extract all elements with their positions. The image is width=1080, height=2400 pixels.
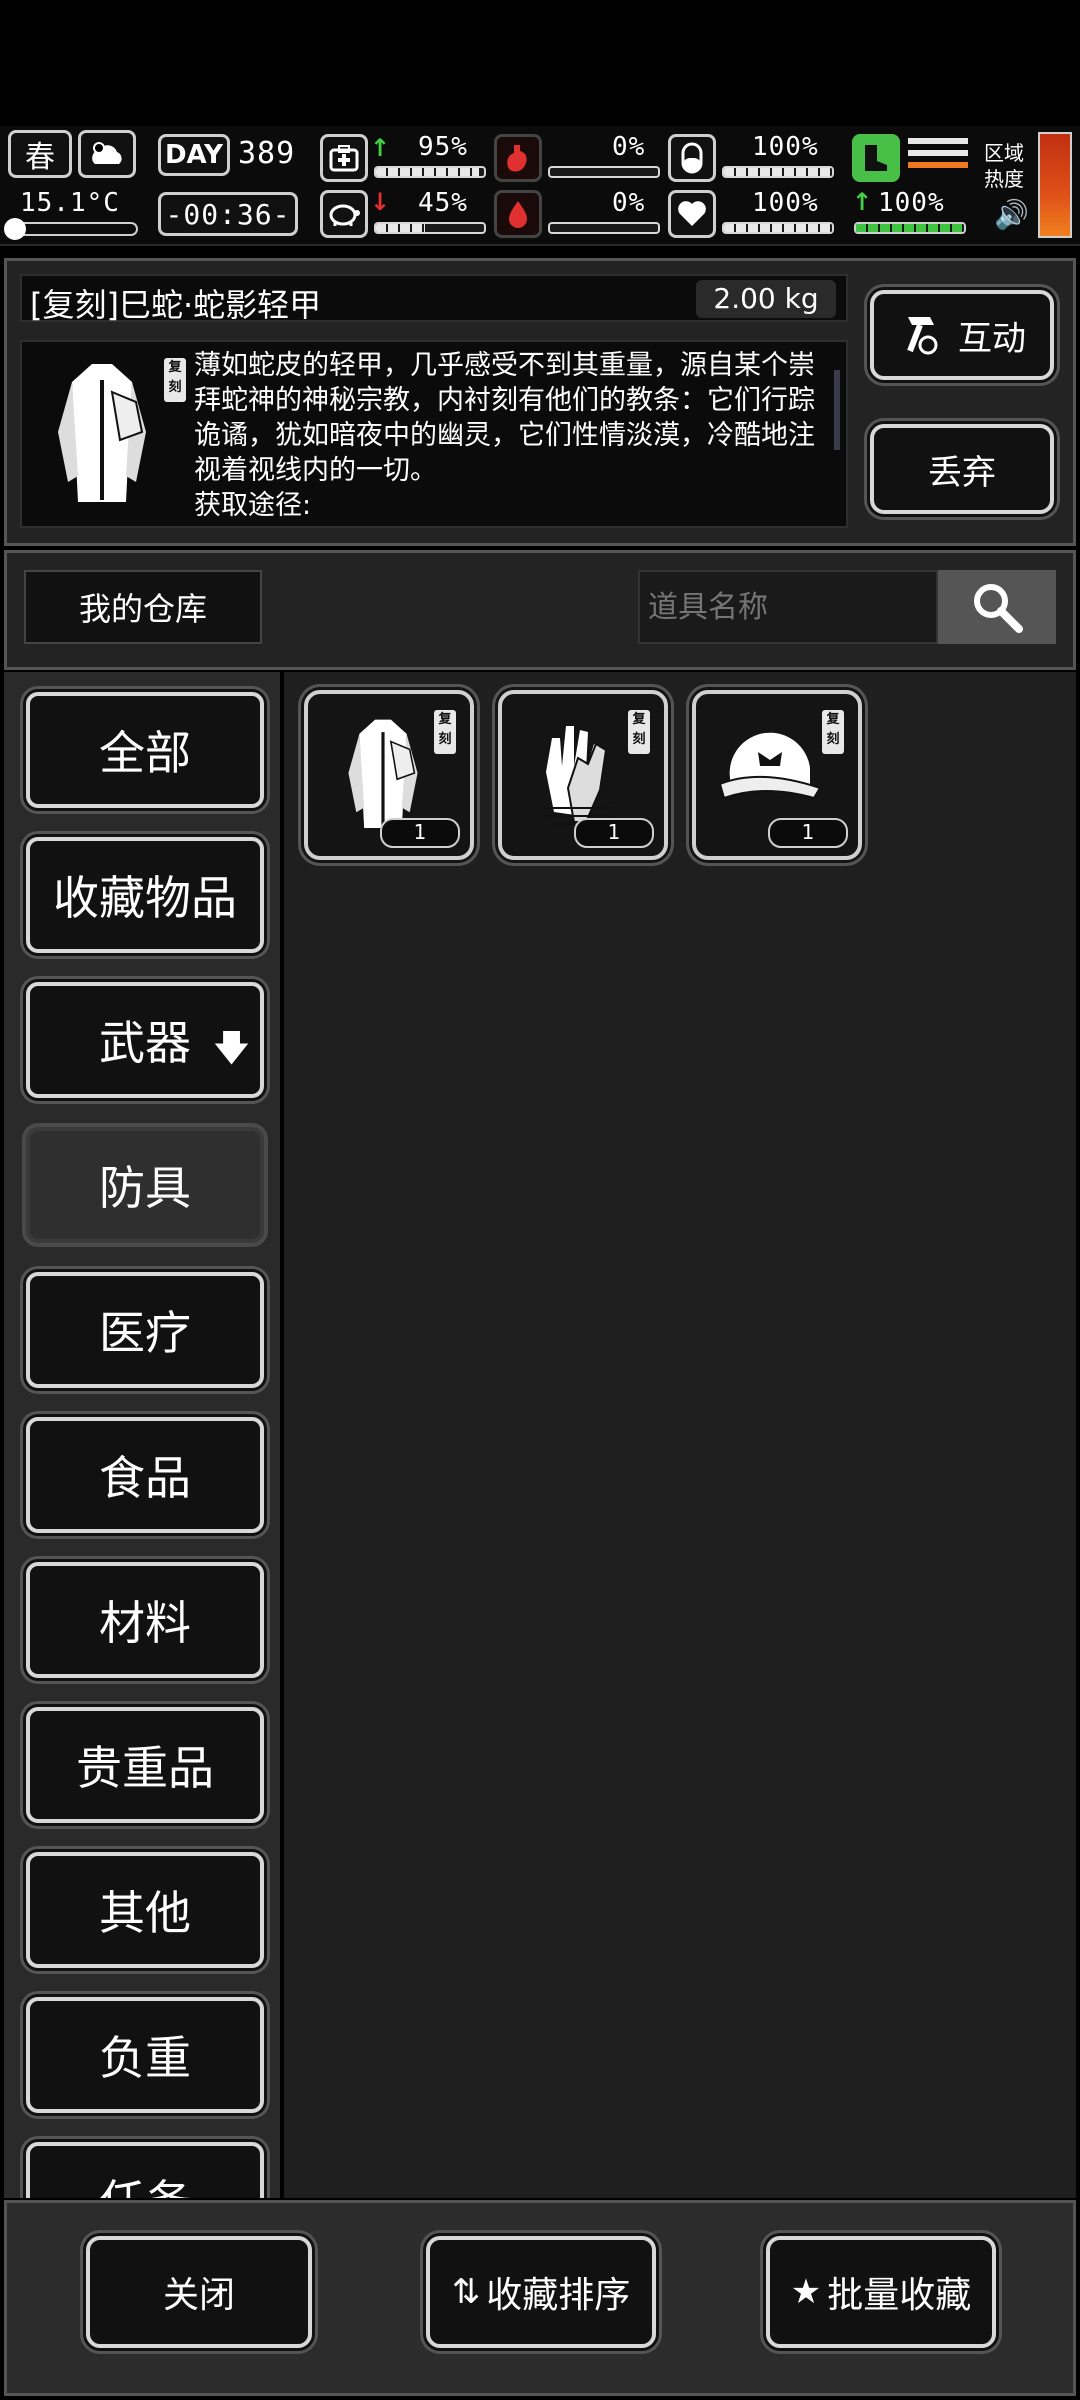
zone-heat-meter (1038, 132, 1072, 238)
boot-icon (852, 134, 900, 182)
category-medical[interactable]: 医疗 (26, 1272, 264, 1388)
mental-bar-fill (724, 168, 832, 176)
temperature-readout: 15.1°C (20, 188, 120, 218)
heart-bar (722, 222, 834, 234)
clock-display: -00:36- (158, 192, 298, 236)
medkit-icon (320, 134, 368, 182)
boot-bar-fill (856, 224, 964, 232)
category-food[interactable]: 食品 (26, 1417, 264, 1533)
day-label: DAY (158, 134, 230, 176)
search-input[interactable] (638, 570, 938, 644)
item-slot-armor[interactable]: 复刻 1 (304, 690, 474, 860)
storage-title: 我的仓库 (24, 570, 262, 644)
heart-value: 100% (752, 188, 819, 218)
category-armor[interactable]: 防具 (26, 1127, 264, 1243)
health-bar-fill (376, 168, 479, 176)
mental-bar (722, 166, 834, 178)
item-grid (284, 672, 1076, 2198)
sort-favorites-button[interactable]: ⇅ 收藏排序 (426, 2236, 656, 2348)
description-scrollbar[interactable] (834, 370, 840, 450)
health-value: 95% (418, 132, 468, 162)
item-quantity: 1 (768, 818, 848, 848)
item-quantity: 1 (574, 818, 654, 848)
item-name-bar: [复刻]巳蛇·蛇影轻甲 2.00 kg (20, 274, 848, 324)
item-slot-cap[interactable]: 复刻 1 (692, 690, 862, 860)
stamina-bar-fill (376, 224, 425, 232)
item-name: [复刻]巳蛇·蛇影轻甲 (30, 286, 322, 324)
status-hud: 春 15.1°C DAY 389 -00:36- ↑ 95% ↓ 45% 0% … (0, 126, 1080, 246)
replica-badge: 复刻 (822, 710, 844, 754)
batch-favorite-button[interactable]: ★ 批量收藏 (766, 2236, 996, 2348)
hammer-hand-icon (907, 317, 938, 355)
search-button[interactable] (938, 570, 1056, 644)
heart-icon (668, 190, 716, 238)
category-weapons[interactable]: 武器 🡇 (26, 982, 264, 1098)
temperature-bar (4, 218, 138, 240)
category-load[interactable]: 负重 (26, 1997, 264, 2113)
replica-badge: 复刻 (434, 710, 456, 754)
stamina-bar (374, 222, 486, 234)
category-all[interactable]: 全部 (26, 692, 264, 808)
armor-coat-icon (58, 364, 146, 502)
item-quantity: 1 (380, 818, 460, 848)
pill-icon (668, 134, 716, 182)
sound-icon[interactable]: 🔊 (994, 198, 1029, 231)
health-trend-up-icon: ↑ (370, 134, 391, 162)
stamina-trend-down-icon: ↓ (370, 188, 391, 216)
load-level-icon (908, 138, 968, 178)
expand-down-arrow-icon[interactable]: 🡇 (213, 1022, 250, 1083)
star-icon: ★ (790, 2272, 822, 2312)
replica-badge: 复刻 (164, 358, 186, 402)
sort-arrows-icon: ⇅ (451, 2272, 481, 2312)
item-slot-gloves[interactable]: 复刻 1 (498, 690, 668, 860)
item-source-label: 获取途径: (194, 490, 312, 521)
tortoise-icon (320, 190, 368, 238)
category-materials[interactable]: 材料 (26, 1562, 264, 1678)
category-valuables[interactable]: 贵重品 (26, 1707, 264, 1823)
item-description-text: 薄如蛇皮的轻甲，几乎感受不到其重量，源自某个崇拜蛇神的神秘宗教，内衬刻有他们的教… (194, 350, 815, 521)
mental-value: 100% (752, 132, 819, 162)
search-icon (974, 584, 1023, 633)
cap-icon (718, 732, 822, 800)
thirst-bar (548, 222, 660, 234)
replica-badge: 复刻 (628, 710, 650, 754)
day-counter: 389 (238, 136, 296, 171)
zone-heat-label: 区域 热度 (984, 141, 1024, 191)
interact-button[interactable]: 互动 (870, 290, 1054, 380)
stomach-icon (494, 134, 542, 182)
stamina-value: 45% (418, 188, 468, 218)
scaled-gloves-icon (544, 726, 614, 825)
category-quest[interactable]: 任务 (26, 2142, 264, 2198)
thirst-value: 0% (612, 188, 646, 218)
item-description-box: 复刻 薄如蛇皮的轻甲，几乎感受不到其重量，源自某个崇拜蛇神的神秘宗教，内衬刻有他… (20, 340, 848, 528)
health-bar (374, 166, 486, 178)
category-sidebar[interactable]: 全部 收藏物品 武器 🡇 防具 医疗 食品 材料 贵重品 其他 负重 任务 (4, 672, 280, 2198)
boot-trend-up-icon: ↑ (852, 188, 873, 216)
item-preview: 复刻 (32, 352, 192, 516)
discard-button[interactable]: 丢弃 (870, 424, 1054, 514)
boot-value: 100% (878, 188, 945, 218)
heart-bar-fill (724, 224, 832, 232)
boot-bar (854, 222, 966, 234)
item-weight: 2.00 kg (696, 280, 836, 318)
weather-icon (78, 130, 136, 178)
category-favorites[interactable]: 收藏物品 (26, 837, 264, 953)
hunger-value: 0% (612, 132, 646, 162)
close-button[interactable]: 关闭 (86, 2236, 312, 2348)
season-badge: 春 (8, 130, 72, 178)
water-drop-icon (494, 190, 542, 238)
hunger-bar (548, 166, 660, 178)
category-other[interactable]: 其他 (26, 1852, 264, 1968)
